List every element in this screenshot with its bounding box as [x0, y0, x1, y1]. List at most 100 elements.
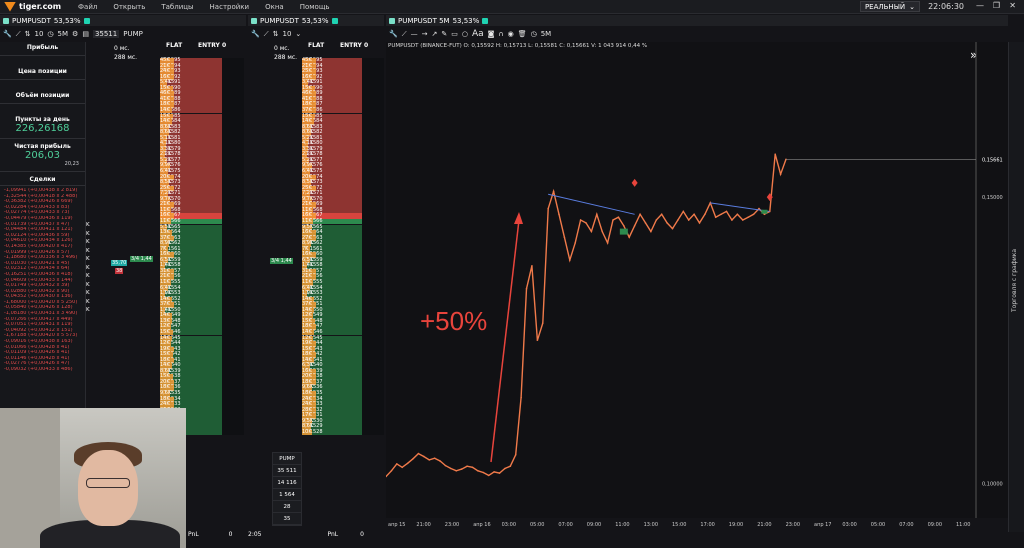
depth-value[interactable]: 10: [283, 30, 292, 38]
clock-icon[interactable]: ◷: [47, 30, 53, 38]
line-tool-icon[interactable]: ⟋: [402, 30, 407, 39]
clock-icon[interactable]: ◷: [531, 30, 537, 38]
line-tool-icon[interactable]: ⟋: [264, 30, 269, 39]
price-point: [698, 222, 701, 224]
trade-row: -0,09032 (+0,00433 x 486): [4, 367, 73, 372]
menu-item[interactable]: Таблицы: [153, 3, 201, 11]
circle-icon[interactable]: ○: [462, 30, 468, 38]
price-point: [779, 173, 782, 176]
position-volume-label: Объём позиции: [15, 92, 70, 99]
price-point: [639, 213, 641, 216]
price-point: [601, 230, 604, 233]
price-point: [428, 459, 431, 461]
price-point: [579, 219, 582, 221]
camera-icon[interactable]: ◙: [488, 30, 495, 38]
horizontal-line-icon[interactable]: —: [411, 30, 418, 38]
x-tick-label: 11:00: [956, 522, 970, 528]
pump-summary-item: 28: [273, 501, 301, 513]
order-label[interactable]: 3/4 1,44: [270, 258, 293, 264]
interval-value[interactable]: 5M: [541, 30, 552, 38]
price-point: [568, 259, 571, 261]
price-point: [412, 457, 414, 460]
price-point: [763, 213, 766, 216]
sort-icon[interactable]: ⇅: [25, 30, 31, 38]
x-tick-label: 03:00: [842, 522, 856, 528]
ms-label: 288 мс.: [114, 54, 138, 61]
pane1-header[interactable]: PUMPUSDT 53,53%: [0, 15, 246, 26]
close-icon[interactable]: ✕: [1009, 1, 1016, 10]
trend-line-icon[interactable]: ↗: [432, 30, 438, 38]
points-label: Пункты за день: [15, 116, 70, 123]
order-size[interactable]: 35511: [92, 30, 120, 38]
entry-column: [362, 58, 384, 436]
price-point: [401, 466, 404, 469]
account-select[interactable]: РЕАЛЬНЫЙ ⌄: [859, 1, 920, 12]
menu-item[interactable]: Настройки: [202, 3, 258, 11]
pnl-label: PnL: [327, 531, 339, 538]
pane2-header[interactable]: PUMPUSDT 53,53%: [248, 15, 384, 26]
pen-icon[interactable]: ✎: [441, 30, 447, 38]
price-point: [671, 227, 674, 230]
pnl-value: 0: [228, 531, 233, 538]
gear-icon[interactable]: ⚙: [72, 30, 78, 38]
order-label[interactable]: 35,70: [111, 260, 128, 266]
rectangle-icon[interactable]: ▭: [451, 30, 458, 38]
pane2-toolbar: 🔧 ⟋ ⇅ 10 ⌄: [248, 27, 301, 41]
layers-icon[interactable]: ▤: [82, 30, 89, 38]
line-tool-icon[interactable]: ⟋: [16, 30, 21, 39]
price-point: [731, 219, 733, 221]
order-symbol: PUMP: [123, 30, 143, 38]
ms-label: 0 мс.: [274, 45, 290, 52]
price-point: [758, 207, 760, 210]
net-profit-value: 206,03: [25, 150, 60, 161]
price-point: [455, 469, 458, 472]
order-label[interactable]: 3/4 1,44: [130, 256, 153, 262]
menu-item[interactable]: Помощь: [292, 3, 338, 11]
price-point: [612, 219, 614, 221]
pane1-footer: PnL 0: [188, 531, 246, 541]
pane2-change: 53,53%: [301, 16, 329, 25]
order-book-2[interactable]: FLATENTRY00 мс.288 мс.0,159545K0,159421K…: [248, 42, 384, 532]
maximize-icon[interactable]: ❐: [993, 1, 1000, 10]
pane3-header[interactable]: PUMPUSDT 5M 53,53%: [386, 15, 1008, 26]
depth-value[interactable]: 10: [35, 30, 44, 38]
price-point: [574, 242, 576, 244]
side-tab[interactable]: Торговля с графика: [1008, 42, 1024, 532]
price-chart[interactable]: PUMPUSDT (BINANCE-FUT) O: 0,15592 H: 0,1…: [386, 42, 1008, 528]
ray-icon[interactable]: →: [422, 30, 428, 38]
ob-header-entry: ENTRY: [198, 42, 220, 49]
order-label[interactable]: 38: [115, 268, 124, 274]
pane1-change: 53,53%: [53, 16, 81, 25]
price-point: [590, 230, 593, 233]
pnl-label: PnL: [188, 531, 199, 538]
pnl-value: 0: [360, 531, 364, 538]
magnet-icon[interactable]: ∩: [498, 30, 503, 38]
price-point: [682, 210, 685, 213]
wrench-icon[interactable]: 🔧: [3, 30, 12, 38]
chevron-down-icon[interactable]: ⌄: [295, 30, 301, 38]
menu-item[interactable]: Файл: [70, 3, 105, 11]
alert-marker-icon: [631, 178, 638, 187]
tiger-icon: [4, 1, 16, 12]
trash-icon[interactable]: 🗑: [518, 30, 527, 38]
main-menu: Файл Открыть Таблицы Настройки Окна Помощь: [70, 3, 338, 11]
wrench-icon[interactable]: 🔧: [251, 30, 260, 38]
chevron-down-icon: ⌄: [909, 2, 915, 11]
fill-marker-icon: [761, 209, 768, 214]
x-tick-label: 15:00: [672, 522, 686, 528]
wrench-icon[interactable]: 🔧: [389, 30, 398, 38]
sort-icon[interactable]: ⇅: [273, 30, 279, 38]
interval-value[interactable]: 5M: [58, 30, 69, 38]
minimize-icon[interactable]: —: [976, 1, 984, 10]
trade-list: -1,09941 (+0,00438 x 2 819) -1,32544 (+0,…: [0, 188, 85, 373]
side-tab-label: Торговля с графика: [1011, 248, 1018, 312]
menu-item[interactable]: Окна: [257, 3, 292, 11]
menu-item[interactable]: Открыть: [105, 3, 153, 11]
text-icon[interactable]: Aa: [472, 29, 484, 39]
x-tick-label: апр 16: [473, 522, 490, 528]
price-point: [596, 213, 598, 216]
price-point: [741, 219, 744, 221]
ob-header-flat: FLAT: [308, 42, 325, 49]
eye-icon[interactable]: ◉: [508, 30, 514, 38]
price-point: [650, 230, 652, 233]
